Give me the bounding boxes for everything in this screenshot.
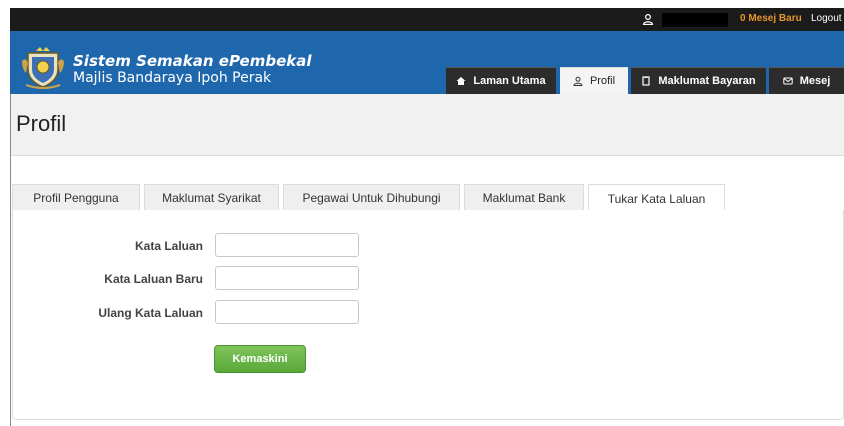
confirm-password-input[interactable] — [215, 300, 359, 324]
change-password-panel: Kata Laluan Kata Laluan Baru Ulang Kata … — [12, 210, 844, 420]
tab-maklumat-syarikat[interactable]: Maklumat Syarikat — [144, 184, 279, 211]
confirm-password-label: Ulang Kata Laluan — [98, 306, 203, 320]
app-subtitle: Majlis Bandaraya Ipoh Perak — [73, 70, 272, 86]
nav-label: Laman Utama — [473, 75, 546, 87]
city-crest-logo — [22, 47, 64, 89]
nav-mesej[interactable]: Mesej — [769, 67, 844, 94]
logout-link[interactable]: Logout — [811, 13, 842, 24]
left-border — [10, 94, 11, 426]
new-password-label: Kata Laluan Baru — [104, 272, 203, 286]
profile-tabs: Profil Pengguna Maklumat Syarikat Pegawa… — [12, 184, 844, 212]
kemaskini-button[interactable]: Kemaskini — [214, 345, 306, 373]
new-messages-link[interactable]: 0 Mesej Baru — [740, 13, 802, 24]
page-title: Profil — [16, 111, 67, 136]
page-title-bar: Profil — [10, 94, 844, 156]
username-redacted — [662, 13, 728, 27]
tab-tukar-kata-laluan[interactable]: Tukar Kata Laluan — [588, 184, 725, 212]
password-input[interactable] — [215, 233, 359, 257]
document-icon — [642, 76, 650, 86]
tab-maklumat-bank[interactable]: Maklumat Bank — [464, 184, 584, 211]
app-title: Sistem Semakan ePembekal — [73, 52, 312, 70]
envelope-icon — [783, 77, 793, 85]
nav-profil[interactable]: Profil — [560, 67, 628, 94]
tab-profil-pengguna[interactable]: Profil Pengguna — [12, 184, 140, 211]
nav-maklumat-bayaran[interactable]: Maklumat Bayaran — [631, 67, 766, 94]
nav-label: Profil — [589, 75, 616, 87]
nav-label: Maklumat Bayaran — [658, 75, 756, 87]
user-icon — [642, 13, 654, 25]
password-label: Kata Laluan — [134, 239, 203, 253]
new-password-input[interactable] — [215, 266, 359, 290]
tab-pegawai-untuk-dihubungi[interactable]: Pegawai Untuk Dihubungi — [283, 184, 460, 211]
home-icon — [456, 77, 466, 85]
nav-laman-utama[interactable]: Laman Utama — [446, 67, 556, 94]
top-bar: 0 Mesej Baru Logout — [10, 8, 844, 31]
user-icon — [573, 76, 583, 86]
nav-label: Mesej — [799, 75, 831, 87]
